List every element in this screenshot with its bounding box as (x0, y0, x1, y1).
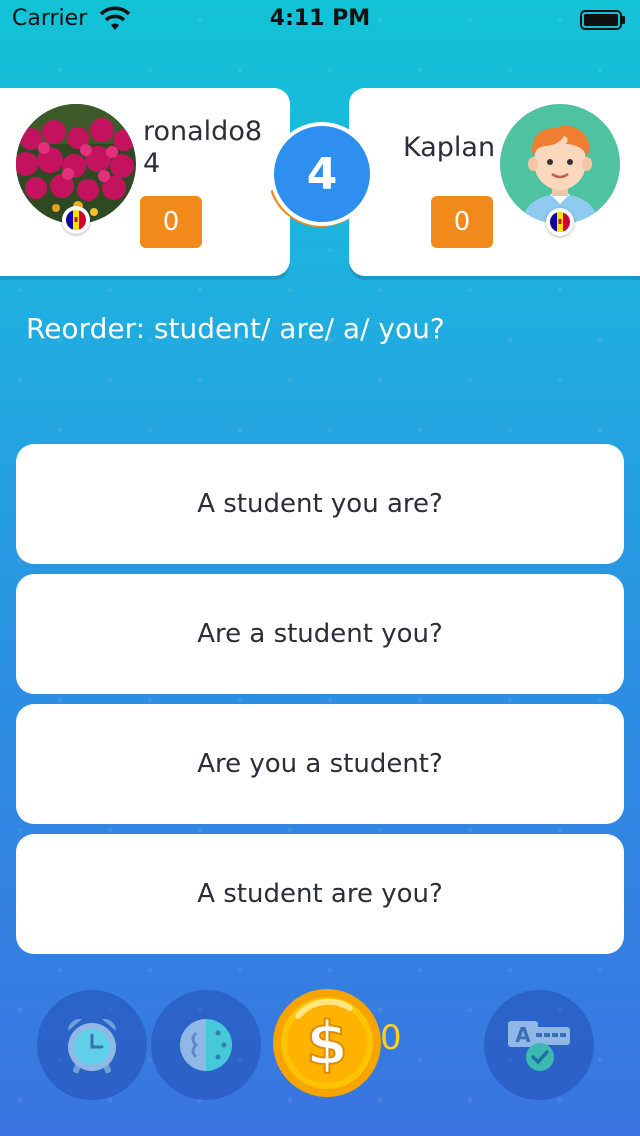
battery-icon (580, 10, 625, 30)
half-brain-icon (180, 1019, 232, 1071)
answer-option-3[interactable]: Are you a student? (16, 704, 624, 824)
clock-time: 4:11 PM (269, 6, 371, 31)
status-bar: Carrier 4:11 PM (0, 0, 640, 40)
player-card-right: Kaplan 0 (349, 88, 640, 276)
round-number: 4 (274, 126, 370, 222)
extra-time-button[interactable] (37, 990, 147, 1100)
svg-text:A: A (515, 1023, 531, 1047)
country-flag-icon (62, 206, 90, 234)
player-score-left: 0 (140, 196, 202, 248)
country-flag-icon (546, 208, 574, 236)
svg-text:$: $ (306, 1009, 348, 1079)
show-answer-button[interactable]: A (484, 990, 594, 1100)
coins-button[interactable]: $ (270, 986, 384, 1100)
round-circle: 4 (270, 122, 374, 226)
boy-avatar-icon (500, 104, 620, 224)
player-name-right: Kaplan (403, 132, 496, 163)
question-text: Reorder: student/ are/ a/ you? (26, 312, 445, 345)
player-score-right: 0 (431, 196, 493, 248)
answer-option-2[interactable]: Are a student you? (16, 574, 624, 694)
player-name-left: ronaldo84 (143, 116, 263, 179)
player-card-left: ronaldo84 0 (0, 88, 290, 276)
fifty-fifty-button[interactable] (151, 990, 261, 1100)
player-avatar-right (500, 104, 620, 224)
answer-option-1[interactable]: A student you are? (16, 444, 624, 564)
answer-check-icon: A (508, 1021, 570, 1071)
dollar-coin-icon: $ (273, 989, 381, 1097)
round-indicator: 4 (262, 120, 382, 240)
alarm-clock-icon (67, 1018, 117, 1074)
answer-option-4[interactable]: A student are you? (16, 834, 624, 954)
coin-count: 0 (380, 1018, 402, 1058)
